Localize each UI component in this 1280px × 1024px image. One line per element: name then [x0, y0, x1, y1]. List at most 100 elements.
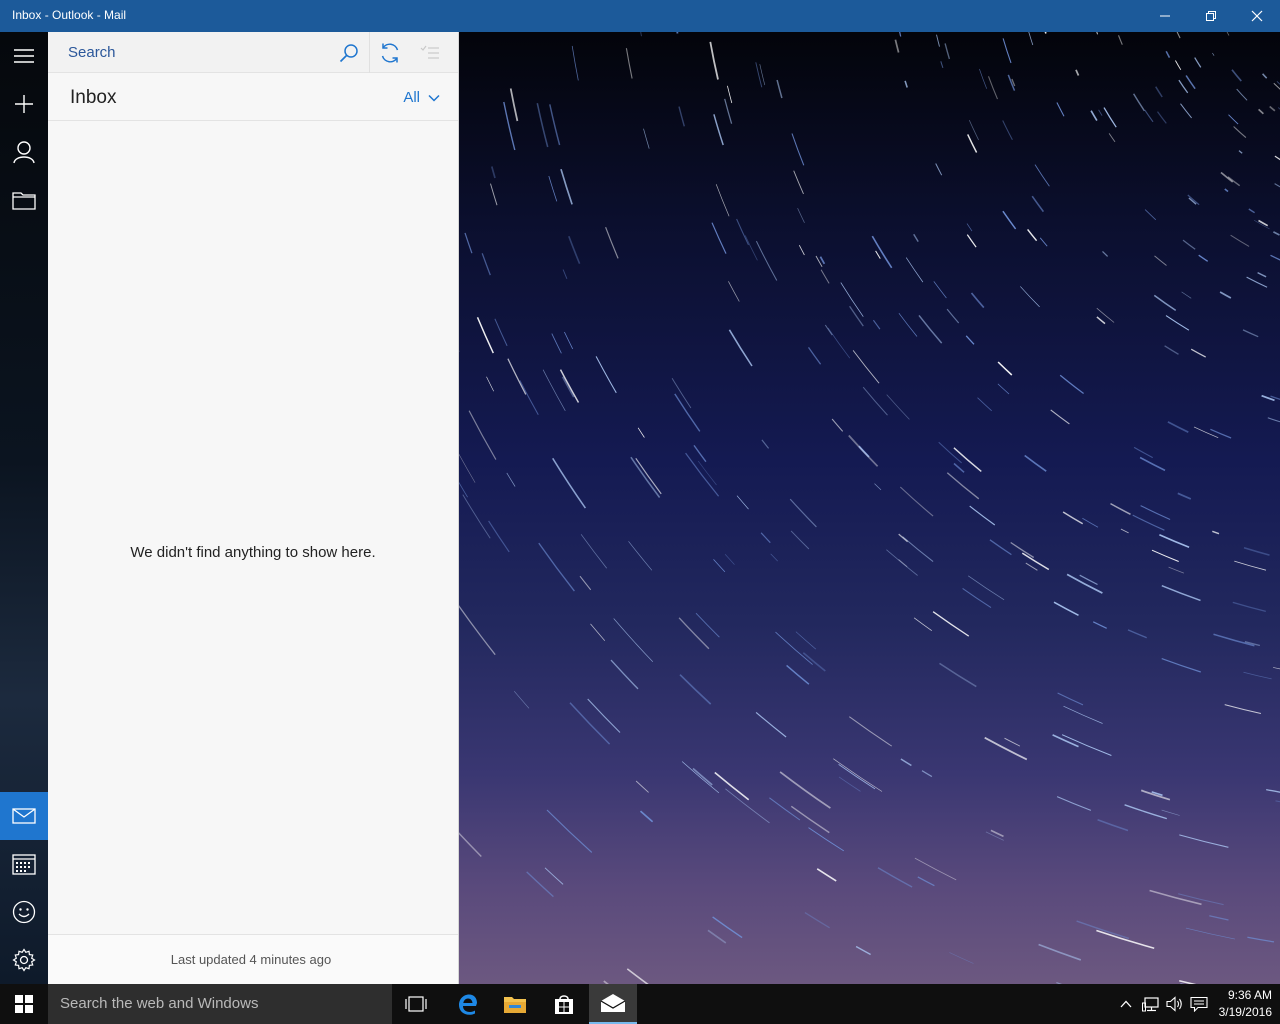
star-trail [605, 226, 619, 259]
star-trail [569, 702, 611, 745]
file-explorer-button[interactable] [491, 984, 539, 1024]
star-trail [1227, 176, 1241, 187]
star-trail [1273, 231, 1280, 236]
star-trail [568, 235, 581, 265]
mail-button[interactable] [0, 792, 48, 840]
chevron-up-icon [1120, 1000, 1132, 1008]
sync-button[interactable] [370, 32, 410, 73]
star-trail [789, 498, 817, 528]
task-view-button[interactable] [392, 984, 440, 1024]
action-center-icon [1190, 996, 1208, 1012]
star-trail [977, 397, 993, 412]
person-icon [13, 141, 35, 164]
star-trail [1228, 114, 1239, 125]
star-trail [542, 369, 566, 411]
star-trail [715, 184, 730, 217]
star-trail [693, 444, 707, 463]
star-trail [1062, 511, 1084, 525]
star-trail [637, 427, 645, 438]
star-trail [797, 208, 805, 223]
star-trail [506, 472, 516, 487]
star-trail [1275, 800, 1280, 803]
star-trail [513, 690, 530, 709]
star-trail [852, 350, 880, 384]
star-trail [913, 617, 933, 632]
star-trail [1020, 286, 1040, 308]
star-trail [1226, 32, 1230, 36]
star-trail [827, 327, 851, 359]
star-trail [626, 968, 649, 984]
search-button[interactable] [329, 32, 369, 73]
empty-state-message: We didn't find anything to show here. [130, 544, 376, 561]
star-trail [838, 764, 876, 790]
folder-icon [12, 192, 36, 210]
star-trail [761, 439, 770, 449]
taskbar: Search the web and Windows 9:36 AM 3/19/… [0, 984, 1280, 1024]
calendar-button[interactable] [0, 840, 48, 888]
star-trail [1097, 818, 1129, 832]
store-button[interactable] [540, 984, 588, 1024]
star-trail [1168, 566, 1185, 574]
star-trail [1233, 126, 1247, 139]
mail-app-button[interactable] [589, 984, 637, 1024]
settings-button[interactable] [0, 936, 48, 984]
restore-button[interactable] [1188, 0, 1234, 32]
star-trail [946, 472, 980, 500]
star-trail [1257, 271, 1267, 278]
star-trail [595, 356, 617, 394]
show-hidden-icons-button[interactable] [1114, 984, 1138, 1024]
star-trail [1167, 421, 1189, 433]
hamburger-icon [14, 49, 34, 63]
star-trail [559, 369, 580, 403]
taskbar-search-box[interactable]: Search the web and Windows [48, 984, 392, 1024]
network-button[interactable] [1139, 984, 1163, 1024]
star-trail [904, 80, 908, 88]
star-trail [549, 104, 561, 146]
star-trail [1187, 194, 1200, 206]
star-trail [874, 483, 882, 491]
network-icon [1142, 997, 1159, 1012]
folders-button[interactable] [0, 176, 48, 224]
close-button[interactable] [1234, 0, 1280, 32]
clock[interactable]: 9:36 AM 3/19/2016 [1210, 987, 1272, 1021]
star-trail [872, 319, 881, 330]
star-trail [791, 133, 805, 166]
star-trail [1038, 943, 1082, 961]
star-trail [819, 256, 826, 265]
reading-pane-background [459, 32, 1280, 984]
feedback-button[interactable] [0, 888, 48, 936]
star-trail [1267, 417, 1280, 423]
star-trail [807, 347, 822, 365]
new-mail-button[interactable] [0, 80, 48, 128]
star-trail [1098, 109, 1103, 116]
volume-button[interactable] [1163, 984, 1187, 1024]
star-trail [692, 767, 713, 786]
filter-dropdown[interactable]: All [403, 89, 440, 106]
star-trail [1178, 79, 1189, 94]
star-trail [1044, 32, 1047, 34]
star-trail [579, 575, 592, 591]
star-trail [1102, 250, 1109, 257]
star-trail [848, 434, 879, 467]
star-trail [676, 32, 679, 34]
star-trail [953, 462, 965, 473]
hamburger-menu-button[interactable] [0, 32, 48, 80]
star-trail [776, 79, 783, 99]
star-trail [820, 269, 830, 284]
action-center-button[interactable] [1187, 984, 1211, 1024]
accounts-button[interactable] [0, 128, 48, 176]
nav-rail [0, 32, 48, 984]
star-trail [713, 559, 726, 573]
star-trail [724, 98, 733, 124]
star-trail [1050, 409, 1070, 425]
edge-button[interactable] [443, 984, 491, 1024]
star-trail [1212, 52, 1215, 56]
search-input[interactable]: Search [68, 44, 116, 61]
star-trail [898, 559, 908, 568]
start-button[interactable] [0, 984, 48, 1024]
selection-mode-button[interactable] [410, 32, 450, 73]
star-trail [790, 530, 810, 550]
star-trail [1061, 734, 1112, 756]
star-trail [900, 758, 912, 767]
minimize-button[interactable] [1142, 0, 1188, 32]
